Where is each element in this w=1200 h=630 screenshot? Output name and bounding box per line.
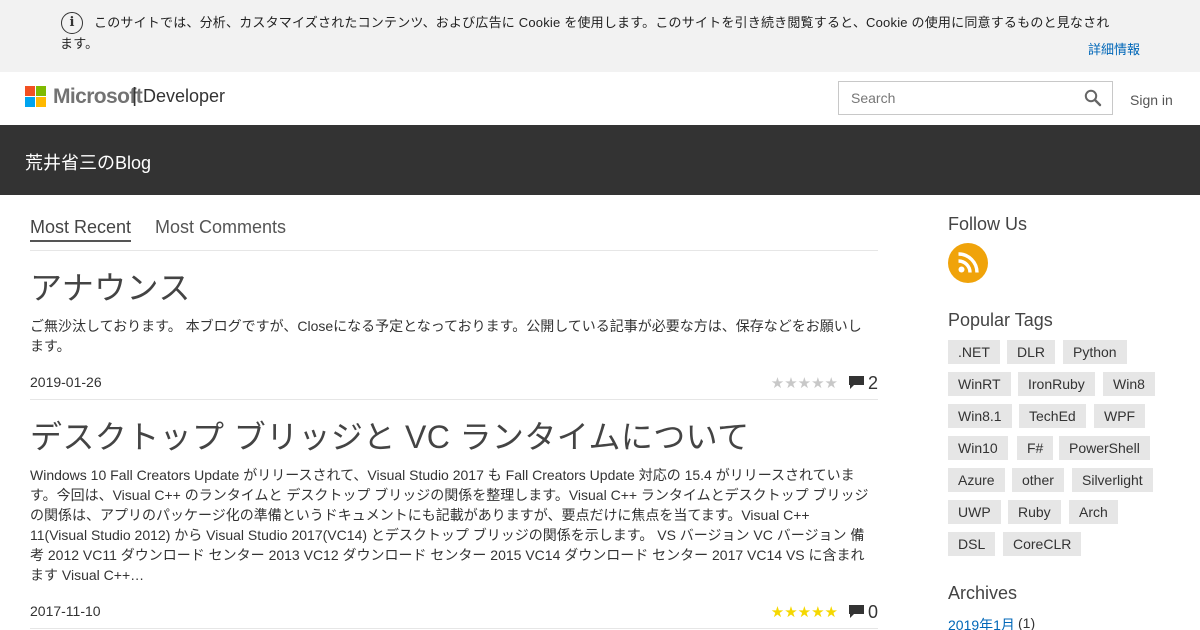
archive-link[interactable]: 2019年1月	[948, 615, 1015, 630]
cookie-more-info-link[interactable]: 詳細情報	[1088, 39, 1140, 58]
tag-link[interactable]: PowerShell	[1059, 436, 1150, 460]
tag-link[interactable]: TechEd	[1019, 404, 1086, 428]
archives-heading: Archives	[948, 583, 1018, 603]
brand-separator: |	[132, 85, 138, 107]
star-icon[interactable]: ★	[798, 375, 811, 392]
tag-link[interactable]: UWP	[948, 500, 1001, 524]
star-icon[interactable]: ★	[811, 604, 824, 621]
cookie-text: このサイトでは、分析、カスタマイズされたコンテンツ、および広告に Cookie …	[60, 15, 1110, 51]
tag-link[interactable]: Silverlight	[1072, 468, 1153, 492]
tag-link[interactable]: WinRT	[948, 372, 1011, 396]
star-icon[interactable]: ★	[825, 375, 838, 392]
tag-link[interactable]: .NET	[948, 340, 1000, 364]
tag-link[interactable]: Azure	[948, 468, 1005, 492]
site-header: Microsoft | Developer Sign in	[0, 72, 1200, 125]
search-input[interactable]	[839, 82, 1079, 114]
blog-title[interactable]: 荒井省三のBlog	[25, 149, 151, 175]
post-rating[interactable]: ★★★★★	[771, 374, 838, 392]
star-icon[interactable]: ★	[771, 604, 784, 621]
comment-count: 0	[867, 602, 878, 622]
star-icon[interactable]: ★	[784, 375, 797, 392]
star-icon[interactable]: ★	[784, 604, 797, 621]
rss-glyph-icon	[958, 252, 979, 273]
post-item: アナウンス ご無沙汰しております。 本ブログですが、Closeになる予定となって…	[30, 268, 878, 400]
rss-icon[interactable]	[948, 243, 988, 283]
comment-bubble-icon	[848, 376, 864, 389]
follow-heading: Follow Us	[948, 214, 1028, 234]
comment-bubble-icon	[848, 605, 864, 618]
tag-link[interactable]: CoreCLR	[1003, 532, 1082, 556]
archive-count: (1)	[1018, 615, 1036, 630]
tag-link[interactable]: Win8.1	[948, 404, 1012, 428]
comment-count: 2	[867, 373, 878, 393]
search-box	[838, 81, 1113, 115]
post-rating[interactable]: ★★★★★	[771, 603, 838, 621]
post-tabs: Most Recent Most Comments	[30, 217, 878, 251]
tag-link[interactable]: DSL	[948, 532, 996, 556]
tag-link[interactable]: F#	[1017, 436, 1054, 460]
star-icon[interactable]: ★	[825, 604, 838, 621]
section-name[interactable]: Developer	[143, 86, 225, 107]
popular-tags-heading: Popular Tags	[948, 310, 1053, 330]
search-icon[interactable]	[1084, 89, 1102, 107]
post-comments[interactable]: 2	[848, 373, 878, 394]
post-comments[interactable]: 0	[848, 602, 878, 623]
tag-link[interactable]: other	[1012, 468, 1064, 492]
tag-link[interactable]: WPF	[1094, 404, 1146, 428]
tag-link[interactable]: Python	[1063, 340, 1127, 364]
tag-link[interactable]: Ruby	[1008, 500, 1061, 524]
star-icon[interactable]: ★	[811, 375, 824, 392]
post-date: 2019-01-26	[30, 374, 102, 390]
post-excerpt: Windows 10 Fall Creators Update がリリースされて…	[30, 467, 869, 583]
post-date: 2017-11-10	[30, 603, 101, 619]
brand-name[interactable]: Microsoft	[53, 85, 143, 109]
star-icon[interactable]: ★	[798, 604, 811, 621]
post-title[interactable]: アナウンス	[30, 268, 878, 308]
tab-most-recent[interactable]: Most Recent	[30, 217, 132, 242]
tag-link[interactable]: Win8	[1103, 372, 1155, 396]
tag-link[interactable]: IronRuby	[1018, 372, 1095, 396]
tag-link[interactable]: Arch	[1069, 500, 1118, 524]
tag-link[interactable]: Win10	[948, 436, 1008, 460]
post-item: デスクトップ ブリッジと VC ランタイムについて Windows 10 Fal…	[30, 417, 878, 629]
cookie-banner: i このサイトでは、分析、カスタマイズされたコンテンツ、および広告に Cooki…	[0, 0, 1200, 72]
post-excerpt: ご無沙汰しております。 本ブログですが、Closeになる予定となっております。公…	[30, 318, 862, 354]
sign-in-link[interactable]: Sign in	[1130, 92, 1173, 108]
blog-title-bar: 荒井省三のBlog	[0, 125, 1200, 195]
star-icon[interactable]: ★	[771, 375, 784, 392]
tag-link[interactable]: DLR	[1007, 340, 1056, 364]
tab-most-comments[interactable]: Most Comments	[155, 217, 286, 240]
post-title[interactable]: デスクトップ ブリッジと VC ランタイムについて	[30, 417, 878, 457]
microsoft-logo-icon[interactable]	[25, 86, 46, 107]
